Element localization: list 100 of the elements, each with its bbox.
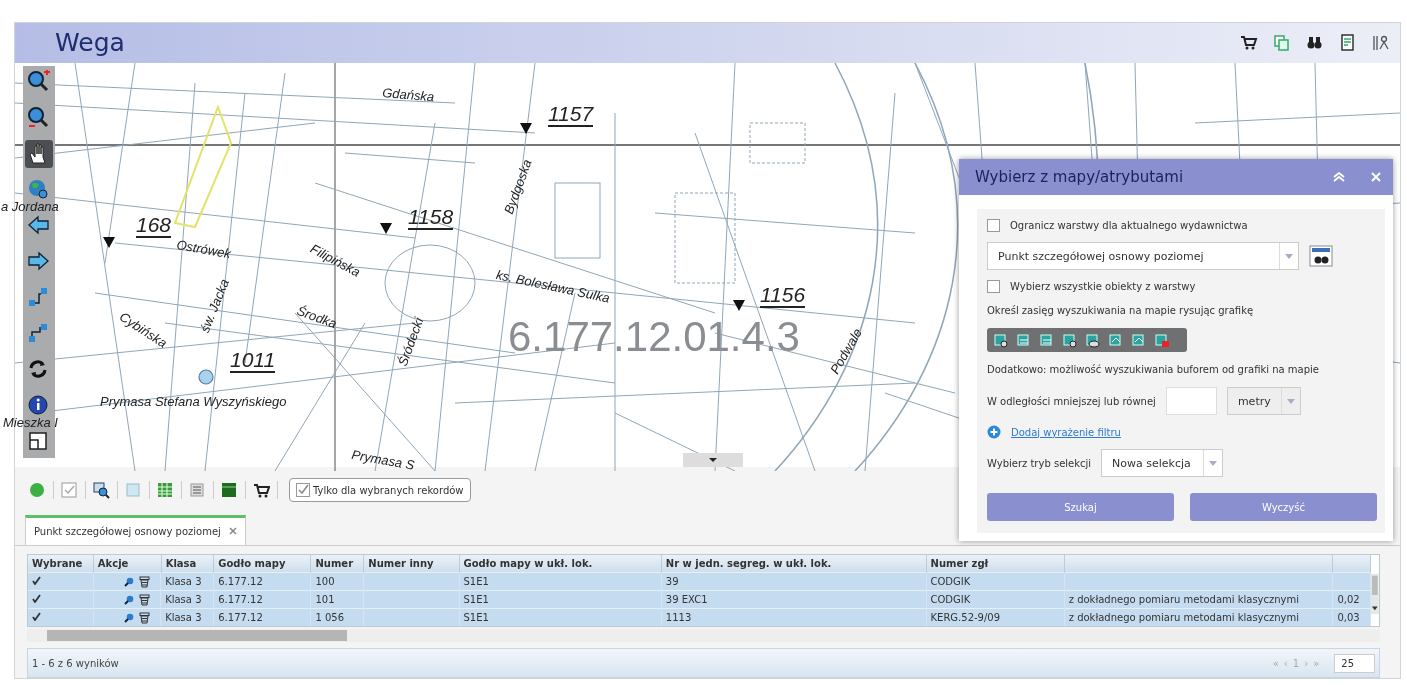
triangle-marker-icon (733, 299, 745, 311)
layers-icon[interactable] (1273, 33, 1291, 52)
table-cell: 0,02 (1337, 593, 1360, 605)
only-selected-toggle[interactable]: Tylko dla wybranych rekordów (289, 478, 471, 503)
app-title: Wega (55, 28, 125, 58)
column-header: Numer (310, 554, 364, 573)
layer-tab[interactable]: Punkt szczegółowej osnowy poziomej (25, 515, 246, 545)
status-dot-icon[interactable] (29, 481, 46, 499)
mode-select[interactable]: Nowa selekcja (1101, 449, 1224, 477)
results-count: 1 - 6 z 6 wyników (32, 657, 119, 669)
table-cell: CODGIK (930, 575, 971, 587)
point-number: 1156 (760, 283, 806, 308)
binoculars-button[interactable] (1309, 245, 1333, 267)
dropdown-icon (1286, 398, 1295, 404)
street-label: Prymasa Stefana Wyszyńskiego (100, 393, 287, 409)
point-number: 1157 (548, 102, 594, 127)
column-header: Wybrane (28, 554, 94, 573)
add-icon[interactable] (987, 425, 1001, 439)
search-icon[interactable] (123, 594, 134, 605)
person-list-icon[interactable] (1372, 33, 1390, 52)
table-cell: 6.177.12 (218, 575, 263, 587)
page-size-select[interactable]: 25 (1334, 653, 1375, 673)
search-icon[interactable] (123, 576, 134, 587)
checkmark-icon[interactable] (32, 612, 41, 622)
bucket-icon[interactable] (138, 575, 150, 588)
triangle-marker-icon (520, 122, 532, 134)
table-cell: Klasa 3 (165, 575, 202, 587)
list-icon[interactable] (189, 481, 206, 499)
checkbox-label: Wybierz wszystkie obiekty z warstwy (1010, 281, 1196, 292)
close-icon[interactable] (228, 527, 237, 536)
column-header: Numer inny (363, 554, 459, 573)
table-cell: 6.177.12 (218, 612, 263, 624)
dropdown-icon (1209, 460, 1218, 466)
draw-tool-icon[interactable] (1062, 332, 1078, 348)
point-number: 1011 (230, 348, 276, 373)
checkmark-icon[interactable] (32, 593, 41, 603)
checkbox-icon[interactable] (61, 481, 78, 499)
search-button[interactable]: Szukaj (987, 493, 1174, 521)
table-cell: 0,03 (1337, 612, 1360, 624)
globe-icon[interactable] (27, 177, 51, 202)
table-cell: z dokładnego pomiaru metodami klasycznymi (1068, 593, 1300, 605)
search-icon[interactable] (123, 612, 134, 623)
column-header: Numer zgł (926, 554, 1065, 573)
table-cell: 1113 (665, 612, 692, 624)
column-header: Klasa (161, 554, 214, 573)
street-label: Prymasa S (350, 446, 416, 473)
dialog-title: Wybierz z mapy/atrybutami (975, 168, 1184, 186)
collapse-icon[interactable] (1333, 172, 1345, 182)
checkmark-icon[interactable] (32, 575, 41, 585)
layer-select[interactable]: Punkt szczegółowej osnowy poziomej (987, 242, 1299, 270)
street-label: Ostrówek (175, 236, 233, 261)
table-icon[interactable] (221, 481, 238, 499)
table-icon[interactable] (157, 481, 174, 499)
checkbox[interactable] (987, 280, 1000, 293)
add-filter-link[interactable]: Dodaj wyrażenie filtru (1011, 426, 1121, 438)
table-cell: 1 056 (315, 612, 345, 624)
dropdown-icon (1285, 253, 1293, 259)
table-cell: 39 (665, 575, 679, 587)
clear-drawing-icon[interactable] (1154, 332, 1170, 348)
table-cell: 101 (315, 593, 335, 605)
clear-button[interactable]: Wyczyść (1190, 493, 1377, 521)
zoom-out-icon[interactable] (27, 105, 51, 130)
table-cell: S1E1 (463, 575, 489, 587)
point-number: 168 (136, 213, 172, 238)
unit-select[interactable]: metry (1226, 387, 1301, 415)
document-icon[interactable] (1339, 33, 1357, 52)
table-cell: 100 (315, 575, 335, 587)
table-cell: Klasa 3 (165, 593, 202, 605)
table-cell: KERG.52-9/09 (930, 612, 1001, 624)
field-label: Wybierz tryb selekcji (987, 457, 1092, 469)
checkbox[interactable] (987, 219, 1000, 232)
cart-icon[interactable] (1240, 33, 1258, 52)
bucket-icon[interactable] (138, 611, 150, 624)
bucket-icon[interactable] (138, 593, 150, 606)
instruction-text: Określ zasięg wyszukiwania na mapie rysując grafikę (987, 305, 1255, 316)
triangle-marker-icon (103, 236, 115, 248)
instruction-text: Dodatkowo: możliwość wyszukiwania buforem od grafiki na mapie (987, 364, 1320, 375)
cart-icon[interactable] (253, 481, 270, 499)
column-header: Akcje (93, 554, 162, 573)
distance-field[interactable] (1165, 387, 1217, 415)
info-icon[interactable] (27, 393, 51, 418)
zoom-in-icon[interactable] (27, 69, 51, 94)
collapse-handle[interactable] (683, 453, 743, 468)
column-header: Godło mapy w ukł. lok. (459, 554, 662, 573)
table-cell: S1E1 (463, 593, 489, 605)
column-header: Godło mapy (213, 554, 311, 573)
zoom-to-icon[interactable] (93, 481, 110, 499)
vertical-scrollbar[interactable] (1371, 572, 1379, 615)
point-number: 1158 (408, 205, 454, 230)
checkbox-label: Ogranicz warstwy dla aktualnego wydawnictwa (1010, 220, 1248, 231)
table-cell: 6.177.12 (218, 593, 263, 605)
horizontal-scrollbar[interactable] (27, 629, 1380, 643)
draw-tool-icon[interactable] (1085, 332, 1101, 348)
table-cell: Klasa 3 (165, 612, 202, 624)
field-label: W odległości mniejszej lub równej (987, 395, 1156, 407)
draw-tool-icon[interactable] (993, 332, 1009, 348)
street-label: św. Jacka (197, 276, 232, 335)
column-header: Nr w jedn. segreg. w ukł. lok. (661, 554, 926, 573)
survey-point-icon (198, 368, 214, 385)
table-cell: S1E1 (463, 612, 489, 624)
